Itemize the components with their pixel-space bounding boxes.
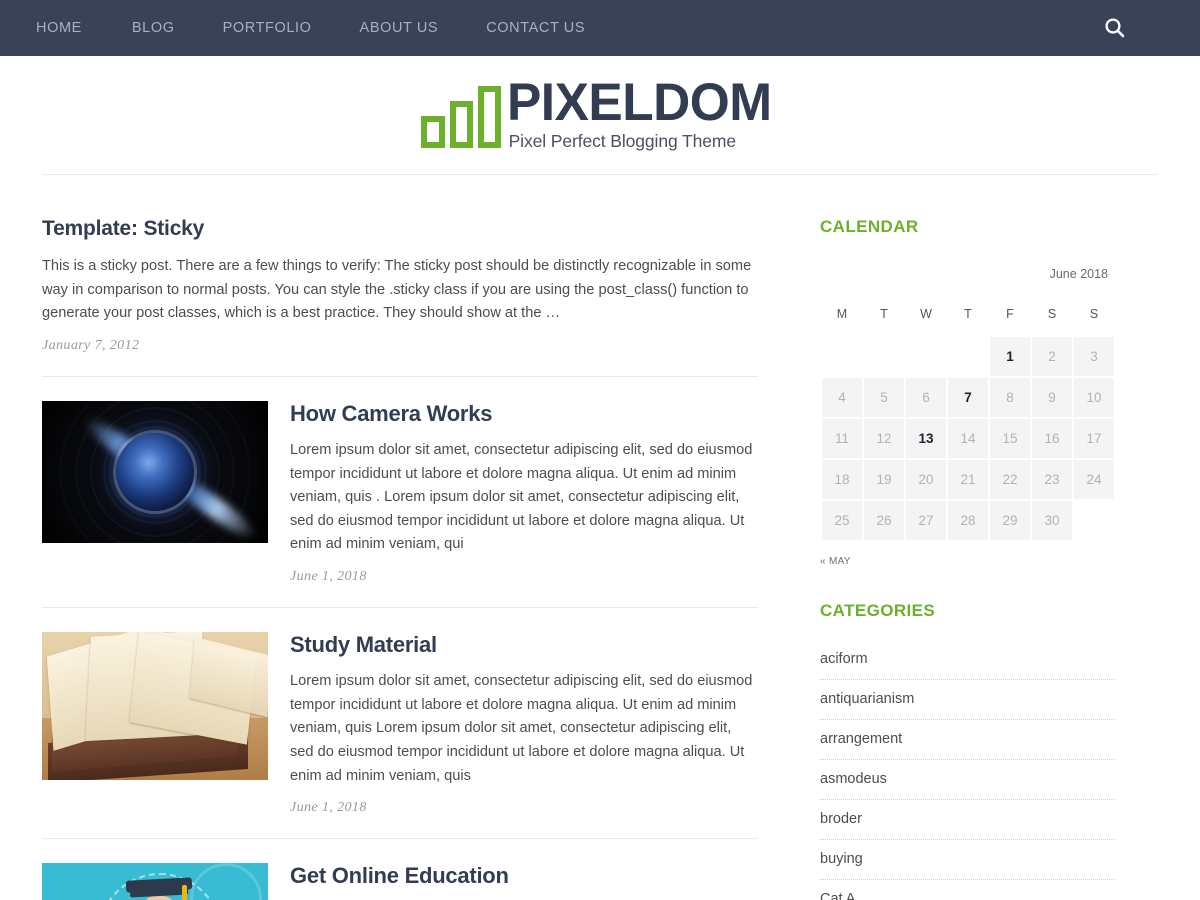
calendar-day-with-post[interactable]: 1 (990, 337, 1030, 376)
calendar-week-row: 11 12 13 14 15 16 17 (822, 419, 1114, 458)
calendar-weekday: S (1089, 307, 1099, 321)
calendar-day: 15 (990, 419, 1030, 458)
calendar-day: 6 (906, 378, 946, 417)
calendar-day: 24 (1074, 460, 1114, 499)
post-list-item: Study Material Lorem ipsum dolor sit ame… (42, 608, 758, 816)
sticky-post: Template: Sticky This is a sticky post. … (42, 217, 758, 377)
calendar-day: 8 (990, 378, 1030, 417)
nav-item-contact-us[interactable]: CONTACT US (486, 20, 585, 36)
calendar-day: 16 (1032, 419, 1072, 458)
header-divider (42, 174, 1158, 175)
calendar-day: 14 (948, 419, 988, 458)
calendar-day: 20 (906, 460, 946, 499)
sticky-post-date: January 7, 2012 (42, 337, 140, 353)
top-navigation-bar: HOME BLOG PORTFOLIO ABOUT US CONTACT US (0, 0, 1200, 56)
calendar-table: M T W T F S S 1 2 3 4 5 6 7 8 9 10 11 12 13 14 15 16 17 1… (820, 299, 1116, 542)
calendar-day: 9 (1032, 378, 1072, 417)
category-list-item[interactable]: asmodeus (820, 760, 1116, 800)
nav-item-portfolio[interactable]: PORTFOLIO (223, 20, 312, 36)
calendar-day: 11 (822, 419, 862, 458)
calendar-week-row: 18 19 20 21 22 23 24 (822, 460, 1114, 499)
calendar-day: 10 (1074, 378, 1114, 417)
calendar-day: 19 (864, 460, 904, 499)
post-thumbnail-camera-lens-photo[interactable] (42, 400, 268, 543)
main-menu: HOME BLOG PORTFOLIO ABOUT US CONTACT US (36, 20, 633, 36)
calendar-days-body: 1 2 3 4 5 6 7 8 9 10 11 12 13 14 15 16 17 18 19 20 21 22 23 24 2… (822, 337, 1114, 540)
calendar-day: 29 (990, 501, 1030, 540)
calendar-widget: CALENDAR June 2018 M T W T F S S 1234567… (820, 217, 1116, 567)
calendar-weekday: W (920, 307, 932, 321)
calendar-weekday: S (1047, 307, 1057, 321)
calendar-day: 3 (1074, 337, 1114, 376)
category-list-item[interactable]: arrangement (820, 720, 1116, 760)
nav-item-about-us[interactable]: ABOUT US (360, 20, 439, 36)
site-title: PIXELDOM (506, 73, 772, 133)
category-list-item[interactable]: broder (820, 800, 1116, 840)
calendar-caption: June 2018 (1049, 267, 1108, 281)
sticky-post-excerpt: This is a sticky post. There are a few t… (42, 258, 752, 322)
category-list-item[interactable]: aciform (820, 651, 1116, 680)
post-date: June 1, 2018 (290, 569, 367, 585)
calendar-empty-cell (948, 337, 988, 376)
category-list-item[interactable]: Cat A (820, 880, 1116, 900)
calendar-weekday: T (880, 307, 888, 321)
logo-bars-icon (420, 85, 501, 153)
page-body: Template: Sticky This is a sticky post. … (0, 217, 1200, 900)
post-title[interactable]: Study Material (290, 632, 758, 658)
calendar-weekday: F (1006, 307, 1014, 321)
search-icon[interactable] (1102, 15, 1128, 41)
calendar-weekday: M (836, 307, 848, 321)
calendar-day: 22 (990, 460, 1030, 499)
calendar-empty-cell (822, 337, 862, 376)
calendar-empty-cell (1074, 501, 1114, 540)
calendar-day: 30 (1032, 501, 1072, 540)
post-thumbnail-open-books-photo[interactable] (42, 632, 268, 781)
calendar-empty-cell (864, 337, 904, 376)
sidebar: CALENDAR June 2018 M T W T F S S 1234567… (800, 217, 1116, 900)
calendar-widget-title: CALENDAR (820, 217, 919, 236)
category-list-item[interactable]: buying (820, 840, 1116, 880)
post-title[interactable]: How Camera Works (290, 401, 758, 427)
post-list-item: How Camera Works Lorem ipsum dolor sit a… (42, 377, 758, 585)
post-date: June 1, 2018 (290, 800, 367, 816)
site-tagline: Pixel Perfect Blogging Theme (508, 131, 737, 152)
calendar-day: 23 (1032, 460, 1072, 499)
post-excerpt: Lorem ipsum dolor sit amet, consectetur … (290, 673, 753, 784)
post-thumbnail-online-education-illustration[interactable]: @ (42, 863, 268, 900)
calendar-day: 18 (822, 460, 862, 499)
post-excerpt: Lorem ipsum dolor sit amet, consectetur … (290, 441, 753, 553)
nav-item-home[interactable]: HOME (36, 20, 82, 36)
calendar-day: 25 (822, 501, 862, 540)
categories-list: aciform antiquarianism arrangement asmodeus… (820, 651, 1116, 900)
site-logo[interactable]: PIXELDOM Pixel Perfect Blogging Theme (420, 73, 780, 153)
calendar-day: 5 (864, 378, 904, 417)
calendar-week-row: 25 26 27 28 29 30 (822, 501, 1114, 540)
calendar-day: 28 (948, 501, 988, 540)
calendar-day: 17 (1074, 419, 1114, 458)
calendar-empty-cell (906, 337, 946, 376)
calendar-day: 27 (906, 501, 946, 540)
sticky-post-title[interactable]: Template: Sticky (42, 217, 758, 241)
post-list-item: @ (42, 839, 758, 900)
calendar-weekday-row: M T W T F S S (822, 301, 1114, 335)
calendar-day-with-post[interactable]: 13 (906, 419, 946, 458)
calendar-day: 4 (822, 378, 862, 417)
calendar-prev-month-link[interactable]: « MAY (820, 556, 1116, 567)
categories-widget: CATEGORIES aciform antiquarianism arrangem… (820, 601, 1116, 900)
calendar-weekday: T (964, 307, 972, 321)
calendar-day: 2 (1032, 337, 1072, 376)
categories-widget-title: CATEGORIES (820, 601, 936, 620)
category-list-item[interactable]: antiquarianism (820, 680, 1116, 720)
calendar-week-row: 4 5 6 7 8 9 10 (822, 378, 1114, 417)
main-content-column: Template: Sticky This is a sticky post. … (42, 217, 800, 900)
calendar-week-row: 123 (822, 337, 1114, 376)
calendar-day: 12 (864, 419, 904, 458)
calendar-day: 21 (948, 460, 988, 499)
calendar-day-with-post[interactable]: 7 (948, 378, 988, 417)
calendar-day: 26 (864, 501, 904, 540)
site-logo-band: PIXELDOM Pixel Perfect Blogging Theme (0, 56, 1200, 174)
post-title[interactable]: Get Online Education (290, 863, 758, 889)
nav-item-blog[interactable]: BLOG (132, 20, 175, 36)
